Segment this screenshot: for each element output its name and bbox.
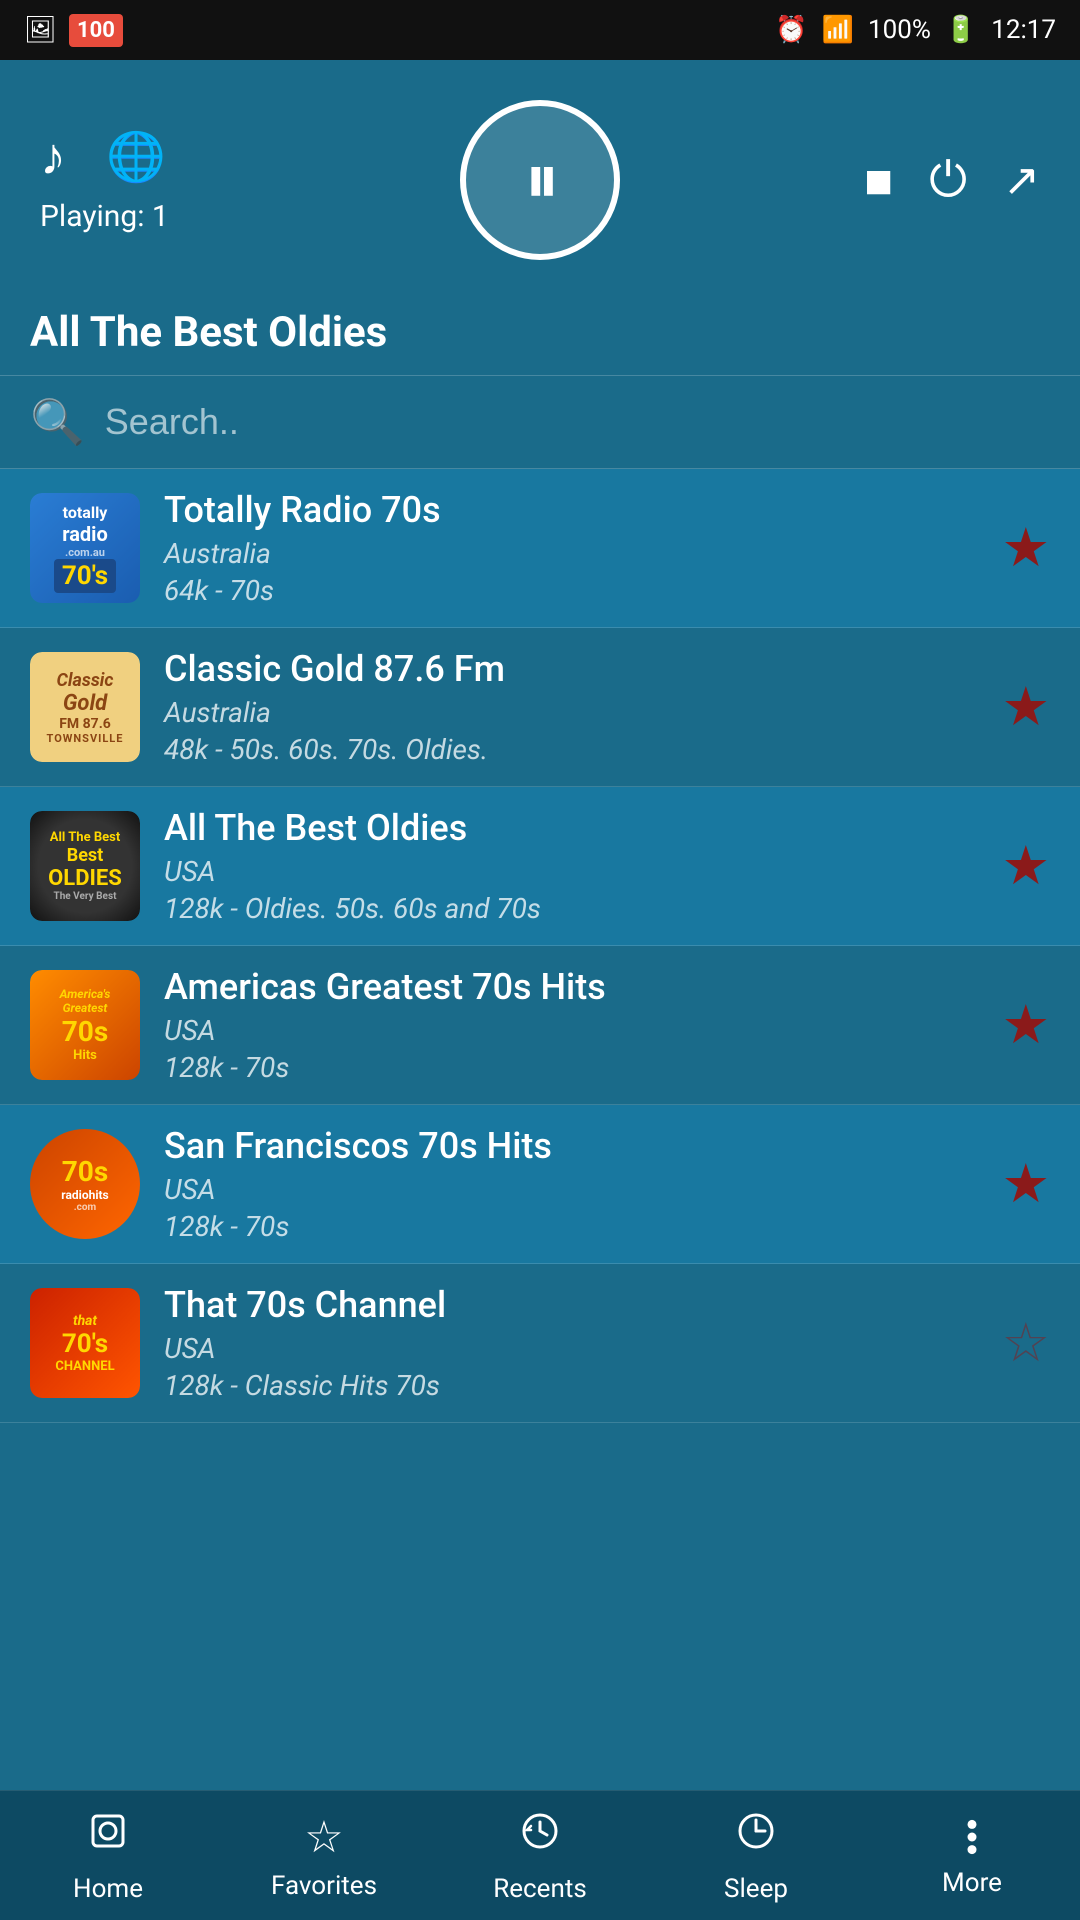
station-meta: 64k - 70s — [164, 574, 978, 607]
station-meta: 128k - Classic Hits 70s — [164, 1369, 978, 1402]
radio-icon: 100 — [69, 14, 123, 47]
station-logo-classic: Classic Gold FM 87.6 TOWNSVILLE — [30, 652, 140, 762]
station-name: Classic Gold 87.6 Fm — [164, 648, 978, 690]
favorites-icon: ☆ — [304, 1811, 343, 1863]
favorite-star[interactable]: ☆ — [1002, 1311, 1050, 1375]
search-icon: 🔍 — [30, 396, 85, 448]
station-name: All The Best Oldies — [164, 807, 978, 849]
alarm-icon: ⏰ — [775, 15, 807, 45]
player-left-controls: ♪ 🌐 Playing: 1 — [40, 126, 169, 234]
list-item[interactable]: America's Greatest 70s Hits Americas Gre… — [0, 946, 1080, 1105]
nav-item-sleep[interactable]: Sleep — [648, 1808, 864, 1904]
image-icon: 🖼 — [24, 15, 57, 45]
player-left-icons: ♪ 🌐 — [40, 126, 166, 187]
favorite-star[interactable]: ★ — [1002, 993, 1050, 1057]
station-name: San Franciscos 70s Hits — [164, 1125, 978, 1167]
playing-label: Playing: 1 — [40, 199, 169, 234]
station-info: That 70s Channel USA 128k - Classic Hits… — [164, 1284, 978, 1402]
station-list: totally radio .com.au 70's Totally Radio… — [0, 469, 1080, 1423]
list-item[interactable]: 70s radiohits .com San Franciscos 70s Hi… — [0, 1105, 1080, 1264]
station-name: That 70s Channel — [164, 1284, 978, 1326]
current-station-title: All The Best Oldies — [30, 308, 1040, 357]
station-info: All The Best Oldies USA 128k - Oldies. 5… — [164, 807, 978, 925]
nav-item-more[interactable]: More — [864, 1814, 1080, 1898]
station-logo-sf: 70s radiohits .com — [30, 1129, 140, 1239]
search-input[interactable] — [105, 401, 1050, 443]
station-info: Americas Greatest 70s Hits USA 128k - 70… — [164, 966, 978, 1084]
battery-icon: 🔋 — [945, 15, 977, 45]
more-label: More — [942, 1868, 1002, 1898]
pause-icon: ⏸ — [525, 139, 556, 221]
station-info: Totally Radio 70s Australia 64k - 70s — [164, 489, 978, 607]
sleep-label: Sleep — [724, 1874, 788, 1904]
recents-label: Recents — [493, 1874, 587, 1904]
favorite-star[interactable]: ★ — [1002, 1152, 1050, 1216]
station-meta: 128k - Oldies. 50s. 60s and 70s — [164, 892, 978, 925]
nav-item-home[interactable]: Home — [0, 1808, 216, 1904]
list-item[interactable]: that 70's CHANNEL That 70s Channel USA 1… — [0, 1264, 1080, 1423]
power-button[interactable]: ⏻ — [929, 151, 967, 209]
sleep-icon — [733, 1808, 779, 1866]
search-area: 🔍 — [0, 376, 1080, 469]
nav-item-recents[interactable]: Recents — [432, 1808, 648, 1904]
list-item[interactable]: Classic Gold FM 87.6 TOWNSVILLE Classic … — [0, 628, 1080, 787]
station-meta: 48k - 50s. 60s. 70s. Oldies. — [164, 733, 978, 766]
status-bar: 🖼 100 ⏰ 📶 100% 🔋 12:17 — [0, 0, 1080, 60]
station-logo-americas: America's Greatest 70s Hits — [30, 970, 140, 1080]
more-icon — [967, 1814, 977, 1860]
station-country: USA — [164, 1014, 978, 1047]
music-note-icon[interactable]: ♪ — [40, 126, 66, 187]
pause-button[interactable]: ⏸ — [460, 100, 620, 260]
station-country: USA — [164, 855, 978, 888]
station-info: San Franciscos 70s Hits USA 128k - 70s — [164, 1125, 978, 1243]
station-meta: 128k - 70s — [164, 1051, 978, 1084]
station-meta: 128k - 70s — [164, 1210, 978, 1243]
home-icon — [85, 1808, 131, 1866]
player-area: ♪ 🌐 Playing: 1 ⏸ ■ ⏻ ↗ — [0, 60, 1080, 290]
player-controls-row: ♪ 🌐 Playing: 1 ⏸ ■ ⏻ ↗ — [40, 90, 1040, 270]
station-country: Australia — [164, 696, 978, 729]
station-logo-that70s: that 70's CHANNEL — [30, 1288, 140, 1398]
station-country: USA — [164, 1173, 978, 1206]
status-right: ⏰ 📶 100% 🔋 12:17 — [775, 15, 1056, 45]
player-right-icons: ■ ⏻ ↗ — [864, 151, 1040, 209]
station-logo-totally: totally radio .com.au 70's — [30, 493, 140, 603]
current-station-title-area: All The Best Oldies — [0, 290, 1080, 376]
station-name: Americas Greatest 70s Hits — [164, 966, 978, 1008]
station-info: Classic Gold 87.6 Fm Australia 48k - 50s… — [164, 648, 978, 766]
station-logo-oldies: All The Best Best OLDIES The Very Best — [30, 811, 140, 921]
wifi-icon: 📶 — [822, 15, 854, 45]
signal-strength: 100% — [868, 15, 931, 45]
recents-icon — [517, 1808, 563, 1866]
bottom-nav: Home ☆ Favorites Recents Sleep — [0, 1790, 1080, 1920]
time-display: 12:17 — [991, 15, 1056, 45]
favorite-star[interactable]: ★ — [1002, 834, 1050, 898]
favorite-star[interactable]: ★ — [1002, 516, 1050, 580]
station-country: Australia — [164, 537, 978, 570]
globe-icon[interactable]: 🌐 — [106, 128, 166, 185]
share-button[interactable]: ↗ — [1003, 154, 1040, 206]
home-label: Home — [73, 1874, 143, 1904]
station-country: USA — [164, 1332, 978, 1365]
station-name: Totally Radio 70s — [164, 489, 978, 531]
favorite-star[interactable]: ★ — [1002, 675, 1050, 739]
list-item[interactable]: totally radio .com.au 70's Totally Radio… — [0, 469, 1080, 628]
favorites-label: Favorites — [271, 1871, 377, 1901]
status-left: 🖼 100 — [24, 14, 123, 47]
list-item[interactable]: All The Best Best OLDIES The Very Best A… — [0, 787, 1080, 946]
nav-item-favorites[interactable]: ☆ Favorites — [216, 1811, 432, 1901]
stop-button[interactable]: ■ — [864, 152, 893, 209]
